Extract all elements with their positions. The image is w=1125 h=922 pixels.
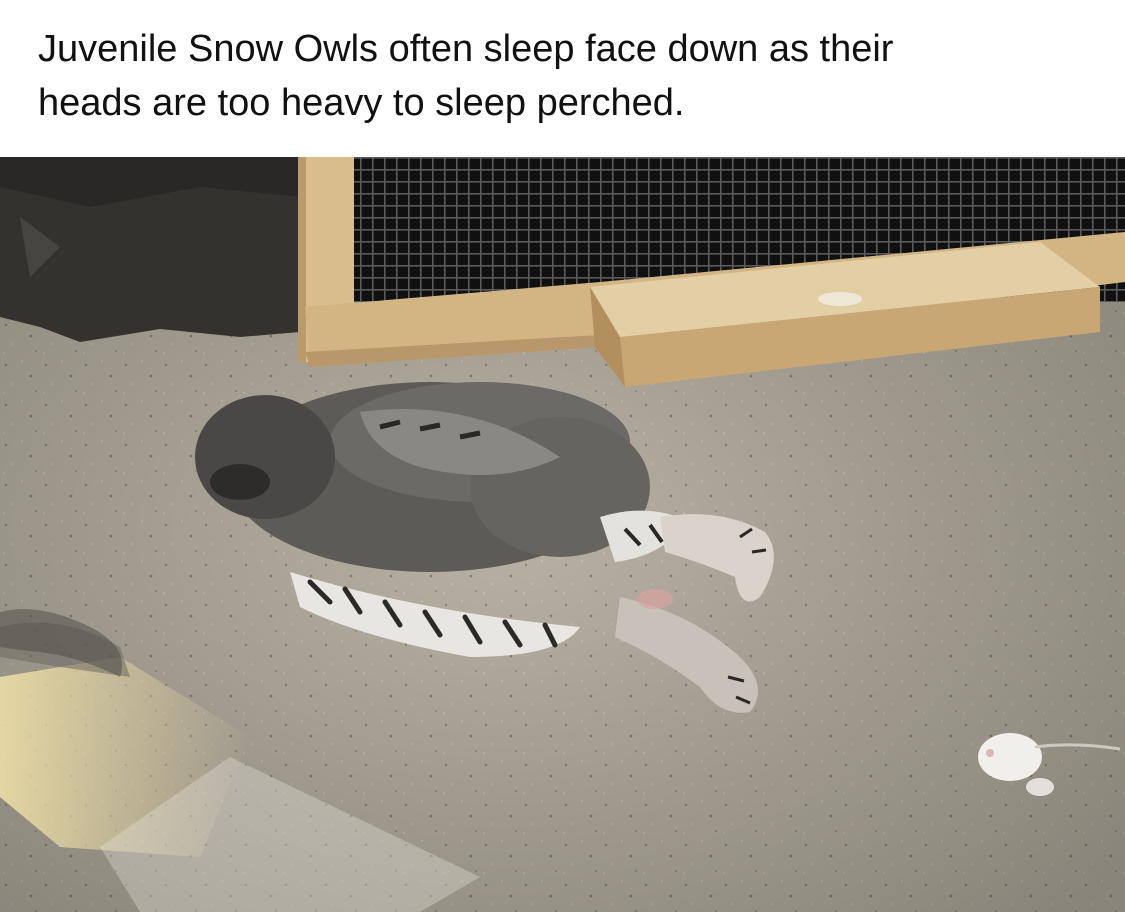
owl-head: [195, 395, 335, 519]
owl-photo: [0, 157, 1125, 912]
caption-line-2: heads are too heavy to sleep perched.: [38, 82, 685, 124]
caption-line-1: Juvenile Snow Owls often sleep face down…: [38, 28, 894, 70]
post-caption: Juvenile Snow Owls often sleep face down…: [38, 22, 1098, 130]
photo-illustration: [0, 157, 1125, 912]
